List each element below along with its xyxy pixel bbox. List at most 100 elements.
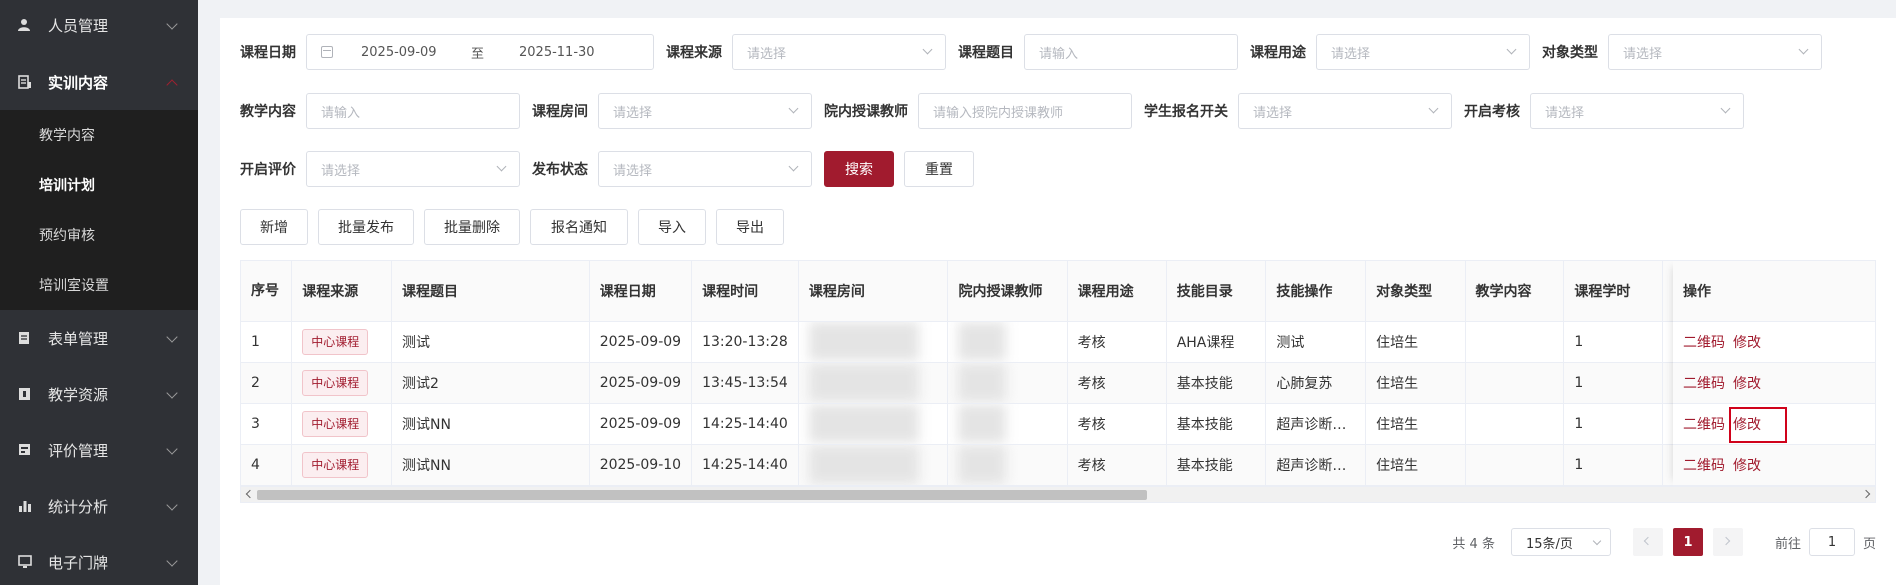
menu-form-management[interactable]: 表单管理 (0, 310, 198, 366)
main-content: 课程日期 2025-09-09 至 2025-11-30 课程来源 请选择 课程… (220, 18, 1896, 585)
qrcode-link[interactable]: 二维码 (1683, 332, 1725, 352)
page-number-current[interactable]: 1 (1672, 528, 1703, 556)
ops-row: 二维码 修改 (1673, 363, 1875, 404)
cell-use: 考核 (1067, 362, 1167, 404)
menu-teaching-resources[interactable]: 教学资源 (0, 366, 198, 422)
course-source-select[interactable]: 请选择 (732, 34, 946, 70)
publish-status-label: 发布状态 (532, 162, 588, 178)
menu-statistics[interactable]: 统计分析 (0, 478, 198, 534)
internal-teacher-input[interactable]: 请输入授院内授课教师 (918, 93, 1132, 129)
teaching-content-input[interactable]: 请输入 (306, 93, 520, 129)
publish-status-select[interactable]: 请选择 (598, 151, 812, 187)
filter-row-1: 课程日期 2025-09-09 至 2025-11-30 课程来源 请选择 课程… (240, 34, 1834, 70)
date-separator: 至 (471, 46, 485, 62)
signup-switch-select[interactable]: 请选择 (1238, 93, 1452, 129)
add-button[interactable]: 新增 (240, 209, 308, 245)
select-placeholder: 请选择 (613, 163, 653, 179)
edit-link[interactable]: 修改 (1733, 455, 1761, 475)
cell-source: 中心课程 (291, 444, 392, 486)
redacted-room (808, 404, 919, 443)
chevron-left-icon (1643, 536, 1653, 546)
horizontal-scrollbar[interactable] (241, 485, 1875, 502)
qrcode-link[interactable]: 二维码 (1683, 414, 1725, 434)
export-button[interactable]: 导出 (716, 209, 784, 245)
menu-label: 教学资源 (48, 385, 109, 404)
target-type-select[interactable]: 请选择 (1608, 34, 1822, 70)
sub-item-room-settings[interactable]: 培训室设置 (0, 260, 198, 310)
import-button[interactable]: 导入 (638, 209, 706, 245)
select-placeholder: 请选择 (747, 46, 787, 62)
col-ops: 操作 (1673, 261, 1875, 322)
cell-skill-op: 心肺复苏 (1265, 362, 1367, 404)
redacted-teacher (958, 404, 1007, 443)
source-tag: 中心课程 (302, 328, 369, 355)
cell-skill-op: 超声诊断… (1265, 444, 1367, 486)
cell-teacher (947, 321, 1068, 363)
scroll-left-icon[interactable] (245, 489, 255, 498)
sub-item-training-plan[interactable]: 培训计划 (0, 160, 198, 210)
qrcode-link[interactable]: 二维码 (1683, 373, 1725, 393)
internal-teacher-label: 院内授课教师 (824, 104, 908, 120)
goto-page-input[interactable]: 1 (1808, 528, 1855, 556)
batch-publish-button[interactable]: 批量发布 (318, 209, 414, 245)
edit-link[interactable]: 修改 (1733, 332, 1761, 352)
chevron-down-icon (922, 44, 933, 55)
prev-page-button[interactable] (1632, 528, 1663, 556)
next-page-button[interactable] (1712, 528, 1743, 556)
date-end: 2025-11-30 (519, 44, 595, 60)
cell-use: 考核 (1067, 321, 1167, 363)
book-icon (18, 75, 31, 89)
course-title-label: 课程题目 (958, 45, 1014, 61)
select-placeholder: 请选择 (1331, 46, 1371, 62)
cell-source: 中心课程 (291, 321, 392, 363)
menu-training-content[interactable]: 实训内容 (0, 54, 198, 110)
redacted-teacher (958, 445, 1007, 484)
cell-content (1465, 403, 1565, 445)
scroll-right-icon[interactable] (1861, 489, 1871, 498)
cell-source: 中心课程 (291, 403, 392, 445)
chevron-down-icon (1798, 44, 1809, 55)
date-start: 2025-09-09 (361, 44, 437, 60)
edit-link[interactable]: 修改 (1733, 373, 1761, 393)
cell-time: 14:25-14:40 (691, 444, 799, 486)
batch-delete-button[interactable]: 批量删除 (424, 209, 520, 245)
cell-hours: 1 (1563, 403, 1664, 445)
chevron-down-icon (1428, 103, 1439, 114)
signup-notice-button[interactable]: 报名通知 (530, 209, 628, 245)
qrcode-link[interactable]: 二维码 (1683, 455, 1725, 475)
cell-target: 住培生 (1365, 403, 1466, 445)
sub-item-teaching-content[interactable]: 教学内容 (0, 110, 198, 160)
redacted-teacher (958, 363, 1007, 402)
sub-item-booking-review[interactable]: 预约审核 (0, 210, 198, 260)
course-room-select[interactable]: 请选择 (598, 93, 812, 129)
menu-label: 实训内容 (48, 73, 109, 92)
page-size-select[interactable]: 15条/页 (1510, 528, 1611, 556)
cell-teacher (947, 444, 1068, 486)
scrollbar-thumb[interactable] (257, 489, 1147, 500)
col-seq: 序号 (241, 261, 293, 322)
course-date-range-picker[interactable]: 2025-09-09 至 2025-11-30 (306, 34, 654, 70)
cell-skill-dir: 基本技能 (1166, 362, 1267, 404)
cell-target: 住培生 (1365, 444, 1466, 486)
cell-room (798, 362, 949, 404)
cell-title: 测试 (391, 321, 590, 363)
course-use-select[interactable]: 请选择 (1316, 34, 1530, 70)
open-exam-select[interactable]: 请选择 (1530, 93, 1744, 129)
course-title-input[interactable]: 请输入 (1024, 34, 1238, 70)
search-button[interactable]: 搜索 (824, 151, 894, 187)
resource-icon (19, 388, 30, 400)
filter-row-3: 开启评价 请选择 发布状态 请选择 搜索 重置 (240, 151, 984, 187)
cell-date: 2025-09-09 (589, 403, 693, 445)
cell-room (798, 403, 949, 445)
menu-e-doorplate[interactable]: 电子门牌 (0, 534, 198, 585)
reset-button[interactable]: 重置 (904, 151, 974, 187)
col-skill-dir: 技能目录 (1166, 261, 1267, 322)
chevron-down-icon (166, 443, 178, 455)
open-eval-select[interactable]: 请选择 (306, 151, 520, 187)
menu-evaluation[interactable]: 评价管理 (0, 422, 198, 478)
training-plan-table: 序号 课程来源 课程题目 课程日期 课程时间 课程房间 院内授课教师 课程用途 … (240, 260, 1876, 503)
total-count: 共 4 条 (1452, 536, 1495, 552)
calendar-icon (321, 46, 333, 58)
menu-personnel[interactable]: 人员管理 (0, 0, 198, 54)
source-tag: 中心课程 (302, 451, 369, 478)
